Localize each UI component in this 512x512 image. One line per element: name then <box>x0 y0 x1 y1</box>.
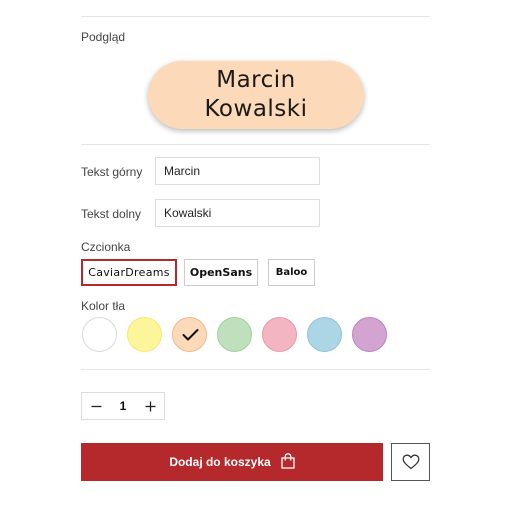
color-swatch-yellow[interactable] <box>127 317 162 352</box>
font-option-label: OpenSans <box>189 266 253 279</box>
top-text-label: Tekst górny <box>81 165 143 179</box>
font-option-baloo[interactable]: Baloo <box>268 259 315 286</box>
background-color-label: Kolor tła <box>81 299 126 313</box>
divider-preview <box>81 144 430 145</box>
color-swatch-green[interactable] <box>217 317 252 352</box>
font-option-opensans[interactable]: OpenSans <box>184 259 258 286</box>
font-option-label: Baloo <box>275 267 308 278</box>
quantity-decrease-button[interactable] <box>82 393 110 419</box>
font-option-label: CaviarDreams <box>88 266 170 279</box>
bottom-text-label: Tekst dolny <box>81 207 142 221</box>
preview-top-text: Marcin <box>216 67 296 93</box>
bottom-text-input[interactable] <box>155 199 320 227</box>
minus-icon <box>91 405 101 407</box>
color-swatch-blue[interactable] <box>307 317 342 352</box>
checkmark-icon <box>182 329 199 341</box>
quantity-value[interactable]: 1 <box>110 399 136 413</box>
quantity-stepper: 1 <box>81 392 165 420</box>
color-swatch-white[interactable] <box>82 317 117 352</box>
preview-badge: Marcin Kowalski <box>148 61 364 129</box>
divider-top <box>81 16 430 17</box>
divider-options <box>81 369 430 370</box>
wishlist-button[interactable] <box>391 443 430 481</box>
preview-bottom-text: Kowalski <box>204 96 308 122</box>
quantity-increase-button[interactable] <box>136 393 164 419</box>
color-swatch-purple[interactable] <box>352 317 387 352</box>
color-swatch-peach[interactable] <box>172 317 207 352</box>
preview-label: Podgląd <box>81 30 126 44</box>
add-to-cart-label: Dodaj do koszyka <box>169 455 271 469</box>
add-to-cart-button[interactable]: Dodaj do koszyka <box>81 443 383 481</box>
plus-icon <box>145 401 155 411</box>
color-swatch-pink[interactable] <box>262 317 297 352</box>
top-text-input[interactable] <box>155 157 320 185</box>
font-option-caviardreams[interactable]: CaviarDreams <box>81 259 177 286</box>
heart-icon <box>402 454 419 470</box>
shopping-bag-icon <box>281 453 295 469</box>
font-label: Czcionka <box>81 240 131 254</box>
